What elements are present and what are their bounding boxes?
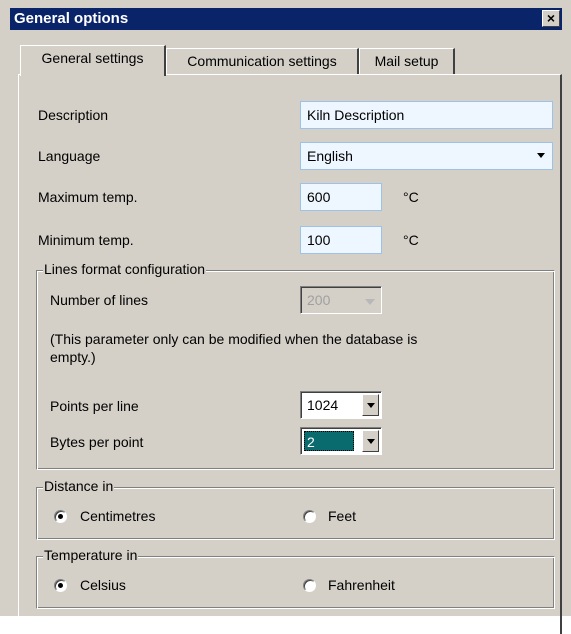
maximum-temp-input[interactable]: 600 — [300, 183, 382, 211]
title-bar: General options × — [10, 8, 562, 30]
language-dropdown-button[interactable] — [533, 145, 550, 167]
window-title: General options — [14, 10, 129, 27]
language-select[interactable]: English — [300, 142, 553, 170]
chevron-down-icon — [367, 439, 375, 444]
bytes-per-point-label: Bytes per point — [50, 434, 144, 450]
centimetres-radio[interactable] — [54, 510, 67, 523]
number-of-lines-select: 200 — [300, 286, 382, 314]
chevron-down-icon — [365, 299, 375, 305]
database-note-line-2: empty.) — [50, 349, 96, 365]
minimum-temp-input[interactable]: 100 — [300, 226, 382, 254]
fahrenheit-label[interactable]: Fahrenheit — [328, 577, 395, 593]
description-input[interactable]: Kiln Description — [300, 101, 553, 129]
description-label: Description — [38, 107, 109, 123]
minimum-temp-unit: °C — [403, 232, 419, 248]
maximum-temp-unit: °C — [403, 189, 419, 205]
points-per-line-label: Points per line — [50, 398, 139, 414]
bytes-per-point-selected-value: 2 — [304, 431, 354, 451]
feet-label[interactable]: Feet — [328, 508, 356, 524]
points-per-line-dropdown-button[interactable] — [362, 394, 379, 416]
maximum-temp-label: Maximum temp. — [38, 189, 138, 205]
chevron-down-icon — [367, 403, 375, 408]
close-icon: × — [546, 10, 556, 26]
tab-mail-setup[interactable]: Mail setup — [359, 48, 455, 74]
feet-radio[interactable] — [303, 510, 316, 523]
bytes-per-point-select[interactable]: 2 — [300, 427, 382, 455]
database-note-line-1: (This parameter only can be modified whe… — [50, 331, 418, 347]
temperature-legend: Temperature in — [43, 547, 139, 563]
celsius-label[interactable]: Celsius — [80, 577, 126, 593]
close-button[interactable]: × — [542, 10, 560, 27]
tab-communication-settings[interactable]: Communication settings — [166, 48, 359, 74]
number-of-lines-label: Number of lines — [50, 292, 149, 308]
language-label: Language — [38, 148, 101, 164]
lines-format-legend: Lines format configuration — [43, 261, 207, 277]
general-options-dialog: General options × General settings Commu… — [0, 0, 571, 634]
celsius-radio[interactable] — [54, 579, 67, 592]
centimetres-label[interactable]: Centimetres — [80, 508, 155, 524]
minimum-temp-label: Minimum temp. — [38, 232, 134, 248]
chevron-down-icon — [537, 153, 545, 158]
bytes-per-point-dropdown-button[interactable] — [362, 430, 379, 452]
distance-legend: Distance in — [43, 478, 115, 494]
points-per-line-select[interactable]: 1024 — [300, 391, 382, 419]
tab-general-settings[interactable]: General settings — [20, 45, 166, 76]
fahrenheit-radio[interactable] — [303, 579, 316, 592]
